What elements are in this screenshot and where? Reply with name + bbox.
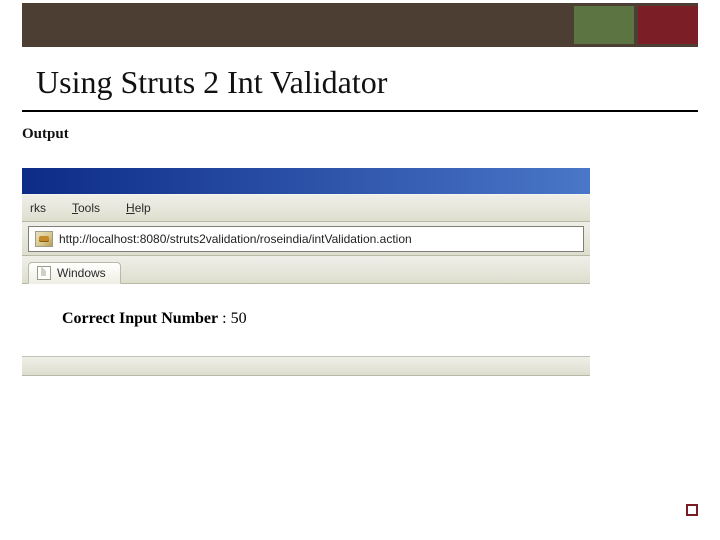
slide: Using Struts 2 Int Validator Output rks … <box>0 0 720 540</box>
band-rule-bottom <box>22 44 698 47</box>
window-title-bar <box>22 168 590 194</box>
band-accent-red <box>638 6 698 44</box>
slide-marker-icon <box>686 504 698 516</box>
tab-windows[interactable]: Windows <box>28 262 121 284</box>
slide-top-band <box>22 6 698 44</box>
menu-tools[interactable]: Tools <box>72 201 100 215</box>
tab-strip: Windows <box>22 256 590 284</box>
menu-bar: rks Tools Help <box>22 194 590 222</box>
browser-bottom-bar <box>22 356 590 376</box>
page-content: Correct Input Number : 50 <box>22 284 590 356</box>
page-icon <box>37 266 51 280</box>
address-toolbar: http://localhost:8080/struts2validation/… <box>22 222 590 256</box>
address-input[interactable]: http://localhost:8080/struts2validation/… <box>28 226 584 252</box>
site-favicon-icon <box>35 231 53 247</box>
menu-help[interactable]: Help <box>126 201 151 215</box>
browser-screenshot: rks Tools Help http://localhost:8080/str… <box>22 168 590 376</box>
band-accent-green <box>574 6 634 44</box>
result-colon: : <box>222 310 230 327</box>
menu-bookmarks-fragment[interactable]: rks <box>30 201 46 215</box>
slide-title: Using Struts 2 Int Validator <box>36 64 387 101</box>
slide-subtitle: Output <box>22 126 69 143</box>
result-value: 50 <box>231 310 247 327</box>
tab-label: Windows <box>57 266 106 280</box>
slide-title-underline <box>22 110 698 112</box>
address-url: http://localhost:8080/struts2validation/… <box>59 232 412 246</box>
result-label: Correct Input Number <box>62 310 218 327</box>
